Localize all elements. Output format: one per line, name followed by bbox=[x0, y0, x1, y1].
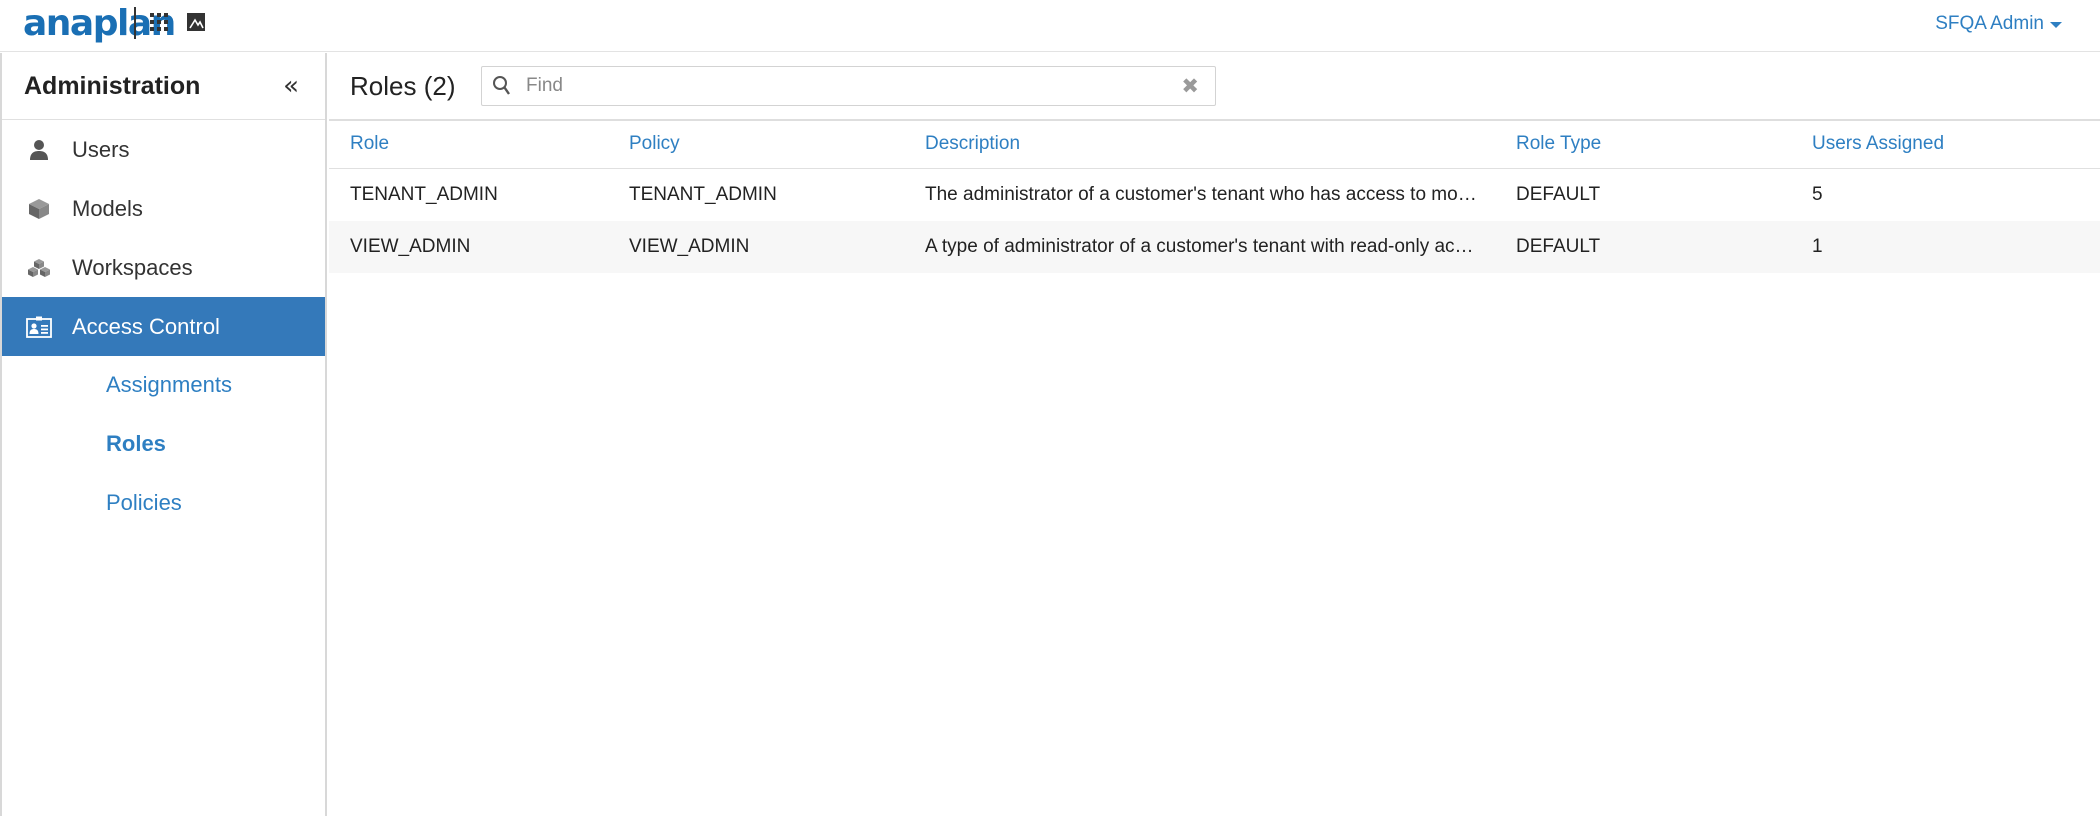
sidebar-item-models[interactable]: Models bbox=[2, 179, 325, 238]
search-box[interactable]: ✖ bbox=[481, 66, 1216, 106]
sidebar-item-label: Workspaces bbox=[72, 254, 193, 280]
logo-divider bbox=[134, 7, 136, 39]
cell-policy: VIEW_ADMIN bbox=[629, 236, 750, 257]
sidebar-item-label: Models bbox=[72, 195, 143, 221]
sidebar: Administration « Users Models Workspaces… bbox=[0, 53, 327, 816]
caret-down-icon bbox=[2050, 22, 2062, 28]
sidebar-item-workspaces[interactable]: Workspaces bbox=[2, 238, 325, 297]
top-bar: anaplan SFQA Admin bbox=[0, 0, 2100, 52]
search-icon bbox=[493, 76, 510, 95]
sidebar-subitem-label: Assignments bbox=[106, 372, 232, 397]
id-card-icon bbox=[26, 314, 52, 340]
user-menu[interactable]: SFQA Admin bbox=[1935, 13, 2062, 35]
sidebar-subitem-roles[interactable]: Roles bbox=[2, 415, 325, 474]
cell-role-type: DEFAULT bbox=[1516, 184, 1601, 205]
main-header: Roles (2) ✖ bbox=[329, 53, 2100, 121]
sidebar-item-label: Users bbox=[72, 136, 130, 162]
main-content: Roles (2) ✖ Role Policy Description Role… bbox=[329, 53, 2100, 816]
sidebar-item-users[interactable]: Users bbox=[2, 120, 325, 179]
workspaces-icon bbox=[26, 255, 52, 281]
cell-users-assigned: 5 bbox=[1812, 184, 1823, 205]
column-header-role-type[interactable]: Role Type bbox=[1516, 133, 1796, 155]
cell-role-type: DEFAULT bbox=[1516, 236, 1601, 257]
cell-users-assigned: 1 bbox=[1812, 236, 1823, 257]
sidebar-item-access-control[interactable]: Access Control bbox=[2, 297, 325, 356]
cell-role: VIEW_ADMIN bbox=[350, 236, 471, 257]
sidebar-subitem-policies[interactable]: Policies bbox=[2, 474, 325, 533]
search-input[interactable] bbox=[526, 67, 1166, 105]
cell-description: The administrator of a customer's tenant… bbox=[925, 184, 1477, 205]
sidebar-subitem-label: Roles bbox=[106, 431, 166, 456]
cell-role: TENANT_ADMIN bbox=[350, 184, 498, 205]
user-menu-label: SFQA Admin bbox=[1935, 13, 2044, 34]
sidebar-item-label: Access Control bbox=[72, 313, 220, 339]
cube-icon bbox=[26, 196, 52, 222]
image-icon[interactable] bbox=[187, 13, 205, 31]
user-icon bbox=[26, 137, 52, 163]
table-header: Role Policy Description Role Type Users … bbox=[329, 121, 2100, 169]
sidebar-subitem-assignments[interactable]: Assignments bbox=[2, 356, 325, 415]
table-row[interactable]: VIEW_ADMIN VIEW_ADMIN A type of administ… bbox=[329, 221, 2100, 273]
sidebar-title: Administration bbox=[24, 72, 201, 100]
table-row[interactable]: TENANT_ADMIN TENANT_ADMIN The administra… bbox=[329, 169, 2100, 221]
clear-search-icon[interactable]: ✖ bbox=[1181, 74, 1199, 98]
page-title: Roles (2) bbox=[350, 71, 456, 101]
column-header-users-assigned[interactable]: Users Assigned bbox=[1812, 133, 2062, 155]
column-header-role[interactable]: Role bbox=[350, 133, 610, 155]
cell-description: A type of administrator of a customer's … bbox=[925, 236, 1474, 257]
column-header-policy[interactable]: Policy bbox=[629, 133, 909, 155]
collapse-sidebar-icon[interactable]: « bbox=[283, 73, 299, 99]
sidebar-header: Administration « bbox=[2, 53, 325, 120]
app-grid-icon[interactable] bbox=[150, 13, 168, 31]
sidebar-subitem-label: Policies bbox=[106, 490, 182, 515]
cell-policy: TENANT_ADMIN bbox=[629, 184, 777, 205]
column-header-description[interactable]: Description bbox=[925, 133, 1499, 155]
